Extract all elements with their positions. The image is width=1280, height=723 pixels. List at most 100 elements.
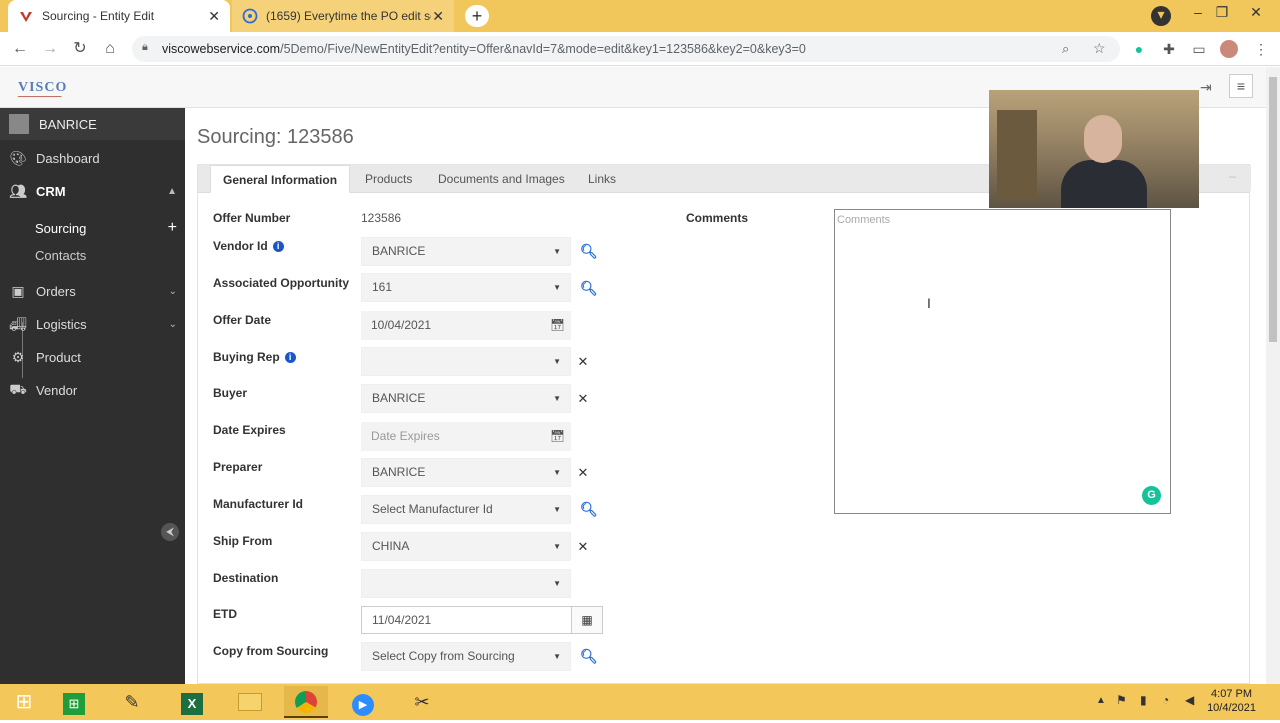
calendar-icon[interactable]: 📅︎ <box>550 311 565 340</box>
tray-volume-icon[interactable]: ◀ <box>1185 693 1194 707</box>
tab-products[interactable]: Products <box>353 165 424 193</box>
file-explorer-icon[interactable] <box>228 686 272 718</box>
chevron-down-icon: ⌄ <box>168 318 177 330</box>
sidebar-user[interactable]: BANRICE <box>0 108 185 140</box>
clear-ship-from-icon[interactable]: ✕ <box>575 539 591 555</box>
sidebar-subitem-contacts[interactable]: Contacts <box>22 242 185 268</box>
sidebar-item-product[interactable]: ⚙ Product <box>0 341 185 373</box>
scrollbar-thumb[interactable] <box>1269 77 1277 342</box>
associated-opportunity-select[interactable]: 161 ▼ <box>361 273 571 302</box>
offer-date-input[interactable]: 10/04/2021 📅︎ <box>361 311 571 340</box>
date-expires-label: Date Expires <box>213 423 286 437</box>
destination-select[interactable]: ▼ <box>361 569 571 598</box>
browser-tab-active[interactable]: Sourcing - Entity Edit ✕ <box>8 0 230 32</box>
extensions-puzzle-icon[interactable]: ✚ <box>1160 40 1178 58</box>
vendor-id-select[interactable]: BANRICE ▼ <box>361 237 571 266</box>
etd-input[interactable]: 11/04/2021 ▦ <box>361 606 603 634</box>
dropdown-caret-icon: ▼ <box>553 579 561 588</box>
associated-opportunity-search-icon[interactable]: 🔍︎ <box>580 280 598 296</box>
new-tab-button[interactable]: + <box>465 5 489 27</box>
sidebar-item-logistics[interactable]: 🚚︎ Logistics ⌄ <box>0 308 185 340</box>
bookmark-star-icon[interactable]: ☆ <box>1093 40 1106 57</box>
excel-app-icon[interactable]: X <box>170 686 214 718</box>
info-icon[interactable]: i <box>284 352 296 363</box>
copy-from-sourcing-search-icon[interactable]: 🔍︎ <box>580 648 598 664</box>
sidebar-item-vendor[interactable]: ⛟ Vendor <box>0 374 185 406</box>
sidebar-subitem-sourcing[interactable]: Sourcing + <box>22 215 185 241</box>
tools-app-icon[interactable]: ✎ <box>110 686 154 718</box>
visco-favicon-icon <box>18 8 34 24</box>
collapse-sidebar-icon[interactable]: ⮜ <box>161 523 179 541</box>
sidebar-item-dashboard[interactable]: 🎨︎ Dashboard <box>0 142 185 174</box>
hamburger-menu-icon[interactable]: ≡ <box>1229 74 1253 98</box>
calendar-icon[interactable]: 📅︎ <box>550 422 565 451</box>
reload-icon[interactable]: ↻ <box>70 39 90 59</box>
calendar-button-icon[interactable]: ▦ <box>571 607 602 633</box>
manufacturer-id-search-icon[interactable]: 🔍︎ <box>580 501 598 517</box>
vertical-scrollbar[interactable] <box>1266 67 1280 684</box>
tab-documents-and-images[interactable]: Documents and Images <box>426 165 577 193</box>
question-favicon-icon <box>242 8 258 24</box>
sidebar-item-orders[interactable]: ▣ Orders ⌄ <box>0 275 185 307</box>
dropdown-caret-icon: ▼ <box>553 357 561 366</box>
vendor-id-search-icon[interactable]: 🔍︎ <box>580 243 598 259</box>
windows-start-icon[interactable]: ⊞ <box>2 686 46 718</box>
zoom-app-icon[interactable]: ▶ <box>341 686 385 718</box>
browser-menu-icon[interactable]: ⋮ <box>1252 40 1270 58</box>
tray-expand-icon[interactable]: ▲ <box>1096 695 1106 706</box>
visco-logo[interactable]: VISCO ━━━━━━━━━━━━━━━━━━ <box>18 80 67 99</box>
url-path: /5Demo/Five/NewEntityEdit?entity=Offer&n… <box>280 42 806 56</box>
minimize-icon[interactable]: – <box>1186 4 1210 24</box>
preparer-select[interactable]: BANRICE ▼ <box>361 458 571 487</box>
info-icon[interactable]: i <box>272 241 284 252</box>
comments-textarea[interactable]: Comments <box>834 209 1171 514</box>
browser-tab-inactive[interactable]: (1659) Everytime the PO edit scre ✕ <box>232 0 454 32</box>
buying-rep-select[interactable]: ▼ <box>361 347 571 376</box>
associated-opportunity-value: 161 <box>372 280 393 294</box>
close-tab-icon[interactable]: ✕ <box>208 8 220 25</box>
cast-icon[interactable]: ▭ <box>1190 40 1208 58</box>
clear-preparer-icon[interactable]: ✕ <box>575 465 591 481</box>
profile-dropdown-icon[interactable]: ▾ <box>1151 6 1171 26</box>
forward-arrow-icon[interactable]: → <box>40 39 60 59</box>
grammarly-extension-icon[interactable]: ● <box>1130 40 1148 58</box>
tray-wifi-icon[interactable]: ◔ <box>1162 693 1169 707</box>
manufacturer-id-select[interactable]: Select Manufacturer Id ▼ <box>361 495 571 524</box>
ship-from-select[interactable]: CHINA ▼ <box>361 532 571 561</box>
chrome-app-icon[interactable] <box>284 686 328 718</box>
profile-avatar-icon[interactable] <box>1220 40 1238 58</box>
tab-title: Sourcing - Entity Edit <box>42 9 155 23</box>
copy-from-sourcing-select[interactable]: Select Copy from Sourcing ▼ <box>361 642 571 671</box>
tray-network-icon[interactable]: ⚑ <box>1116 693 1127 707</box>
text-cursor-icon: I <box>927 295 931 311</box>
tab-links[interactable]: Links <box>576 165 628 193</box>
clear-buyer-icon[interactable]: ✕ <box>575 391 591 407</box>
home-icon[interactable]: ⌂ <box>100 39 120 59</box>
spreadsheet-app-icon[interactable]: ⊞ <box>52 686 96 718</box>
restore-icon[interactable]: ❐ <box>1210 4 1234 24</box>
offer-date-value: 10/04/2021 <box>371 318 432 332</box>
back-arrow-icon[interactable]: ← <box>10 39 30 59</box>
address-bar[interactable]: 🔒︎ viscowebservice.com/5Demo/Five/NewEnt… <box>132 36 1120 62</box>
zoom-icon[interactable]: ⌕ <box>1062 41 1069 57</box>
panel-collapse-icon[interactable]: – <box>1229 169 1236 183</box>
tab-general-information[interactable]: General Information <box>210 165 351 193</box>
user-avatar <box>9 114 29 134</box>
date-expires-input[interactable]: Date Expires 📅︎ <box>361 422 571 451</box>
buying-rep-label: Buying Rep i <box>213 350 296 364</box>
add-sourcing-icon[interactable]: + <box>168 219 177 237</box>
logout-icon[interactable]: ⇥ <box>1200 79 1212 96</box>
dropdown-caret-icon: ▼ <box>553 394 561 403</box>
taskbar-clock[interactable]: 4:07 PM 10/4/2021 <box>1207 687 1256 715</box>
close-tab-icon[interactable]: ✕ <box>432 8 444 25</box>
tray-battery-icon[interactable]: ▮ <box>1140 693 1147 707</box>
sidebar-item-crm[interactable]: 👥︎ CRM ▲ <box>0 175 185 207</box>
snipping-tool-icon[interactable]: ✂ <box>400 686 444 718</box>
grammarly-icon[interactable]: G <box>1142 486 1161 505</box>
buyer-select[interactable]: BANRICE ▼ <box>361 384 571 413</box>
sidebar-item-label: Orders <box>36 283 76 299</box>
clear-buying-rep-icon[interactable]: ✕ <box>575 354 591 370</box>
ship-from-label: Ship From <box>213 534 273 548</box>
sidebar-item-label: CRM <box>36 183 66 199</box>
close-window-icon[interactable]: ✕ <box>1244 4 1268 24</box>
